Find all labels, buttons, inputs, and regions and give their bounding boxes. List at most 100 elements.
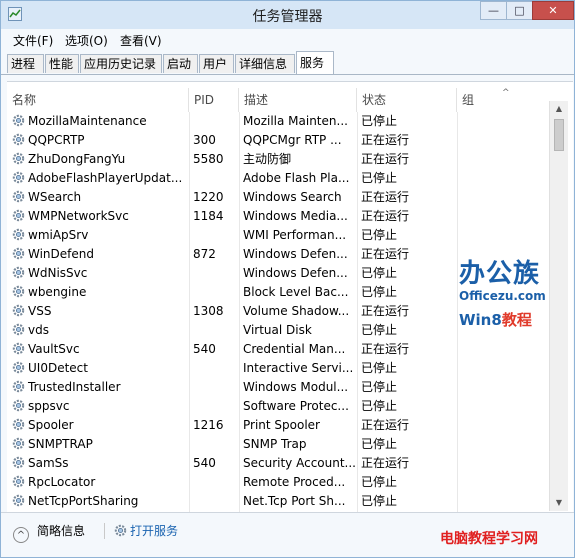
gear-icon	[12, 304, 25, 317]
gear-icon	[114, 524, 127, 537]
table-row[interactable]: NetTcpPortSharing Net.Tcp Port Sh... 已停止	[7, 492, 555, 511]
service-description: Remote Proced...	[243, 475, 346, 489]
service-status: 已停止	[361, 266, 398, 280]
service-status: 已停止	[361, 285, 398, 299]
table-row[interactable]: VaultSvc 540 Credential Man... 正在运行	[7, 340, 555, 359]
service-name: Spooler	[11, 416, 189, 435]
footer-brand-watermark: 电脑教程学习网	[440, 531, 538, 547]
column-header: 名称 PID 描述 状态 组 ^	[7, 88, 573, 112]
watermark-brand: 办公族	[459, 259, 541, 289]
column-description[interactable]: 描述	[239, 88, 357, 112]
service-pid	[193, 492, 239, 511]
service-pid: 300	[193, 133, 216, 147]
scroll-down-icon[interactable]: ▼	[550, 495, 568, 511]
table-row[interactable]: sppsvc Software Protec... 已停止	[7, 397, 555, 416]
service-description: Block Level Bac...	[243, 285, 349, 299]
service-pid	[193, 112, 239, 131]
service-status: 已停止	[361, 494, 398, 508]
title-bar[interactable]: 任务管理器 — □ ✕	[1, 1, 574, 29]
close-button[interactable]: ✕	[532, 1, 574, 20]
service-description: Windows Defen...	[243, 266, 348, 280]
service-status: 正在运行	[361, 133, 410, 147]
menu-view[interactable]: 查看(V)	[120, 32, 162, 49]
service-description: WMI Performan...	[243, 228, 347, 242]
service-pid	[193, 321, 239, 340]
service-status: 正在运行	[361, 418, 410, 432]
tab-processes[interactable]: 进程	[7, 54, 44, 73]
tab-performance[interactable]: 性能	[45, 54, 79, 73]
service-status: 已停止	[361, 228, 398, 242]
service-name: sppsvc	[11, 397, 189, 416]
service-name: WinDefend	[11, 245, 189, 264]
service-description: Interactive Servi...	[243, 361, 354, 375]
table-row[interactable]: SamSs 540 Security Account... 正在运行	[7, 454, 555, 473]
service-name: VaultSvc	[11, 340, 189, 359]
tab-details[interactable]: 详细信息	[235, 54, 295, 73]
gear-icon	[12, 418, 25, 431]
service-description: Adobe Flash Pla...	[243, 171, 350, 185]
service-pid	[193, 169, 239, 188]
table-row[interactable]: wmiApSrv WMI Performan... 已停止	[7, 226, 555, 245]
tab-startup[interactable]: 启动	[163, 54, 198, 73]
service-name: MozillaMaintenance	[11, 112, 189, 131]
service-pid	[193, 397, 239, 416]
service-status: 已停止	[361, 171, 398, 185]
fewer-details-button[interactable]: ^ 简略信息	[13, 522, 85, 543]
scroll-thumb[interactable]	[554, 119, 564, 151]
table-row[interactable]: AdobeFlashPlayerUpdat... Adobe Flash Pla.…	[7, 169, 555, 188]
service-description: 主动防御	[243, 152, 292, 166]
divider	[104, 523, 105, 539]
open-services-link[interactable]: 打开服务	[113, 522, 178, 539]
service-pid	[193, 226, 239, 245]
service-pid	[193, 359, 239, 378]
column-name[interactable]: 名称	[7, 88, 189, 112]
table-row[interactable]: WMPNetworkSvc 1184 Windows Media... 正在运行	[7, 207, 555, 226]
service-name: RpcLocator	[11, 473, 189, 492]
vertical-scrollbar[interactable]: ▲ ▼	[549, 101, 568, 511]
table-row[interactable]: MozillaMaintenance Mozilla Mainten... 已停止	[7, 112, 555, 131]
table-row[interactable]: UI0Detect Interactive Servi... 已停止	[7, 359, 555, 378]
service-status: 正在运行	[361, 152, 410, 166]
gear-icon	[12, 266, 25, 279]
service-name: wbengine	[11, 283, 189, 302]
service-name: NetTcpPortSharing	[11, 492, 189, 511]
table-row[interactable]: TrustedInstaller Windows Modul... 已停止	[7, 378, 555, 397]
service-description: Windows Modul...	[243, 380, 349, 394]
service-name: WdNisSvc	[11, 264, 189, 283]
gear-icon	[12, 152, 25, 165]
table-row[interactable]: SNMPTRAP SNMP Trap 已停止	[7, 435, 555, 454]
service-description: Software Protec...	[243, 399, 349, 413]
menu-options[interactable]: 选项(O)	[65, 32, 108, 49]
table-row[interactable]: ZhuDongFangYu 5580 主动防御 正在运行	[7, 150, 555, 169]
open-services-label: 打开服务	[130, 524, 179, 538]
table-row[interactable]: WSearch 1220 Windows Search 正在运行	[7, 188, 555, 207]
scroll-up-icon[interactable]: ▲	[550, 101, 568, 117]
table-row[interactable]: RpcLocator Remote Proced... 已停止	[7, 473, 555, 492]
service-pid: 872	[193, 247, 216, 261]
menu-file[interactable]: 文件(F)	[13, 32, 53, 49]
gear-icon	[12, 190, 25, 203]
minimize-button[interactable]: —	[480, 1, 506, 20]
tab-services[interactable]: 服务	[296, 51, 334, 74]
service-name: VSS	[11, 302, 189, 321]
service-name: vds	[11, 321, 189, 340]
service-status: 正在运行	[361, 342, 410, 356]
service-name: TrustedInstaller	[11, 378, 189, 397]
table-row[interactable]: QQPCRTP 300 QQPCMgr RTP ... 正在运行	[7, 131, 555, 150]
fewer-details-label: 简略信息	[37, 524, 86, 538]
service-description: Volume Shadow...	[243, 304, 350, 318]
service-description: Print Spooler	[243, 418, 320, 432]
table-row[interactable]: Spooler 1216 Print Spooler 正在运行	[7, 416, 555, 435]
column-status[interactable]: 状态	[357, 88, 457, 112]
gear-icon	[12, 475, 25, 488]
gear-icon	[12, 114, 25, 127]
service-pid: 1184	[193, 209, 224, 223]
tab-app-history[interactable]: 应用历史记录	[80, 54, 162, 73]
service-status: 已停止	[361, 399, 398, 413]
tab-users[interactable]: 用户	[199, 54, 234, 73]
column-pid[interactable]: PID	[189, 88, 239, 112]
gear-icon	[12, 171, 25, 184]
service-name: WMPNetworkSvc	[11, 207, 189, 226]
maximize-button[interactable]: □	[506, 1, 532, 20]
service-status: 正在运行	[361, 209, 410, 223]
